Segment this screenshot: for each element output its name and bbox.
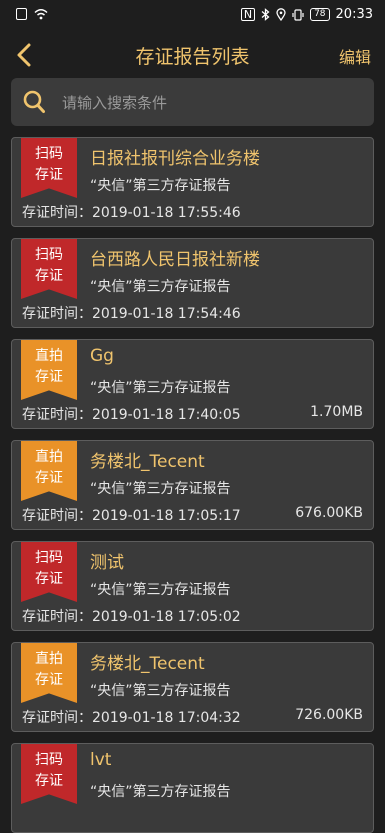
report-subtitle: “央信”第三方存证报告 (90, 582, 231, 598)
report-timestamp: 存证时间：2019-01-18 17:54:46 (22, 303, 241, 323)
timestamp-value: 2019-01-18 17:54:46 (92, 306, 241, 322)
search-icon (23, 90, 45, 113)
report-subtitle: “央信”第三方存证报告 (90, 178, 231, 194)
report-title: 测试 (90, 553, 124, 573)
report-timestamp: 存证时间：2019-01-18 17:55:46 (22, 202, 241, 222)
badge-label: 存证 (35, 268, 63, 284)
timestamp-label: 存证时间： (22, 508, 92, 524)
bluetooth-icon (261, 8, 270, 21)
nav-bar: 存证报告列表 编辑 (0, 30, 385, 80)
page-title: 存证报告列表 (135, 46, 250, 68)
photo-evidence-badge: 直拍 存证 (21, 643, 77, 703)
badge-label: 直拍 (35, 651, 63, 667)
badge-label: 直拍 (35, 348, 63, 364)
timestamp-label: 存证时间： (22, 205, 92, 221)
report-subtitle: “央信”第三方存证报告 (90, 784, 231, 800)
badge-label: 存证 (35, 773, 63, 789)
badge-label: 存证 (35, 470, 63, 486)
report-title: 务楼北_Tecent (90, 654, 205, 674)
badge-label: 扫码 (35, 752, 63, 768)
timestamp-value: 2019-01-18 17:55:46 (92, 205, 241, 221)
report-title: 台西路人民日报社新楼 (90, 250, 260, 270)
badge-label: 存证 (35, 369, 63, 385)
wifi-icon (34, 9, 48, 20)
search-bar[interactable] (11, 78, 374, 128)
report-subtitle: “央信”第三方存证报告 (90, 279, 231, 295)
timestamp-label: 存证时间： (22, 407, 92, 423)
report-subtitle: “央信”第三方存证报告 (90, 481, 231, 497)
report-timestamp: 存证时间：2019-01-18 17:05:17 (22, 505, 241, 525)
photo-evidence-badge: 直拍 存证 (21, 441, 77, 501)
badge-label: 直拍 (35, 449, 63, 465)
file-size: 726.00KB (295, 707, 363, 723)
timestamp-label: 存证时间： (22, 306, 92, 322)
file-size: 1.70MB (310, 404, 363, 420)
timestamp-value: 2019-01-18 17:05:17 (92, 508, 241, 524)
report-title: Gg (90, 346, 114, 366)
report-subtitle: “央信”第三方存证报告 (90, 380, 231, 396)
timestamp-label: 存证时间： (22, 710, 92, 726)
badge-label: 存证 (35, 571, 63, 587)
edit-button[interactable]: 编辑 (339, 44, 371, 68)
photo-evidence-badge: 直拍 存证 (21, 340, 77, 400)
battery-icon: 78 (310, 8, 330, 21)
report-card[interactable]: 直拍 存证 务楼北_Tecent “央信”第三方存证报告 存证时间：2019-01-18… (11, 642, 374, 732)
badge-label: 存证 (35, 672, 63, 688)
status-bar: N 78 20:33 (0, 0, 385, 30)
report-title: 日报社报刊综合业务楼 (90, 149, 260, 169)
timestamp-value: 2019-01-18 17:40:05 (92, 407, 241, 423)
scan-evidence-badge: 扫码 存证 (21, 138, 77, 198)
badge-label: 扫码 (35, 550, 63, 566)
search-input[interactable] (60, 78, 364, 128)
nfc-icon: N (240, 8, 256, 21)
report-title: 务楼北_Tecent (90, 452, 205, 472)
timestamp-value: 2019-01-18 17:05:02 (92, 609, 241, 625)
file-size: 676.00KB (295, 505, 363, 521)
scan-evidence-badge: 扫码 存证 (21, 744, 77, 804)
scan-evidence-badge: 扫码 存证 (21, 239, 77, 299)
report-card[interactable]: 扫码 存证 日报社报刊综合业务楼 “央信”第三方存证报告 存证时间：2019-01-18… (11, 137, 374, 227)
badge-label: 扫码 (35, 247, 63, 263)
vibrate-icon (292, 8, 304, 21)
status-time: 20:33 (335, 7, 373, 22)
timestamp-label: 存证时间： (22, 609, 92, 625)
report-card[interactable]: 扫码存证 lvt “央信”第三方存证报告 (11, 743, 374, 833)
report-timestamp: 存证时间：2019-01-18 17:04:32 (22, 707, 241, 727)
report-timestamp: 存证时间：2019-01-18 17:05:02 (22, 606, 241, 626)
report-title: lvt (90, 750, 112, 770)
report-card[interactable]: 扫码 存证 台西路人民日报社新楼 “央信”第三方存证报告 存证时间：2019-01-18… (11, 238, 374, 328)
timestamp-value: 2019-01-18 17:04:32 (92, 710, 241, 726)
report-timestamp: 存证时间：2019-01-18 17:40:05 (22, 404, 241, 424)
badge-label: 扫码 (35, 146, 63, 162)
sim-card-icon (16, 8, 27, 20)
badge-label: 存证 (35, 167, 63, 183)
report-card[interactable]: 直拍存证 Gg “央信”第三方存证报告存证时间：2019-01-18 17:40:0… (11, 339, 374, 429)
report-card[interactable]: 直拍 存证 务楼北_Tecent “央信”第三方存证报告 存证时间：2019-01-18… (11, 440, 374, 530)
report-subtitle: “央信”第三方存证报告 (90, 683, 231, 699)
location-icon (276, 8, 286, 21)
report-card[interactable]: 扫码 存证 测试 “央信”第三方存证报告 存证时间：2019-01-18 17:05:0… (11, 541, 374, 631)
scan-evidence-badge: 扫码 存证 (21, 542, 77, 602)
